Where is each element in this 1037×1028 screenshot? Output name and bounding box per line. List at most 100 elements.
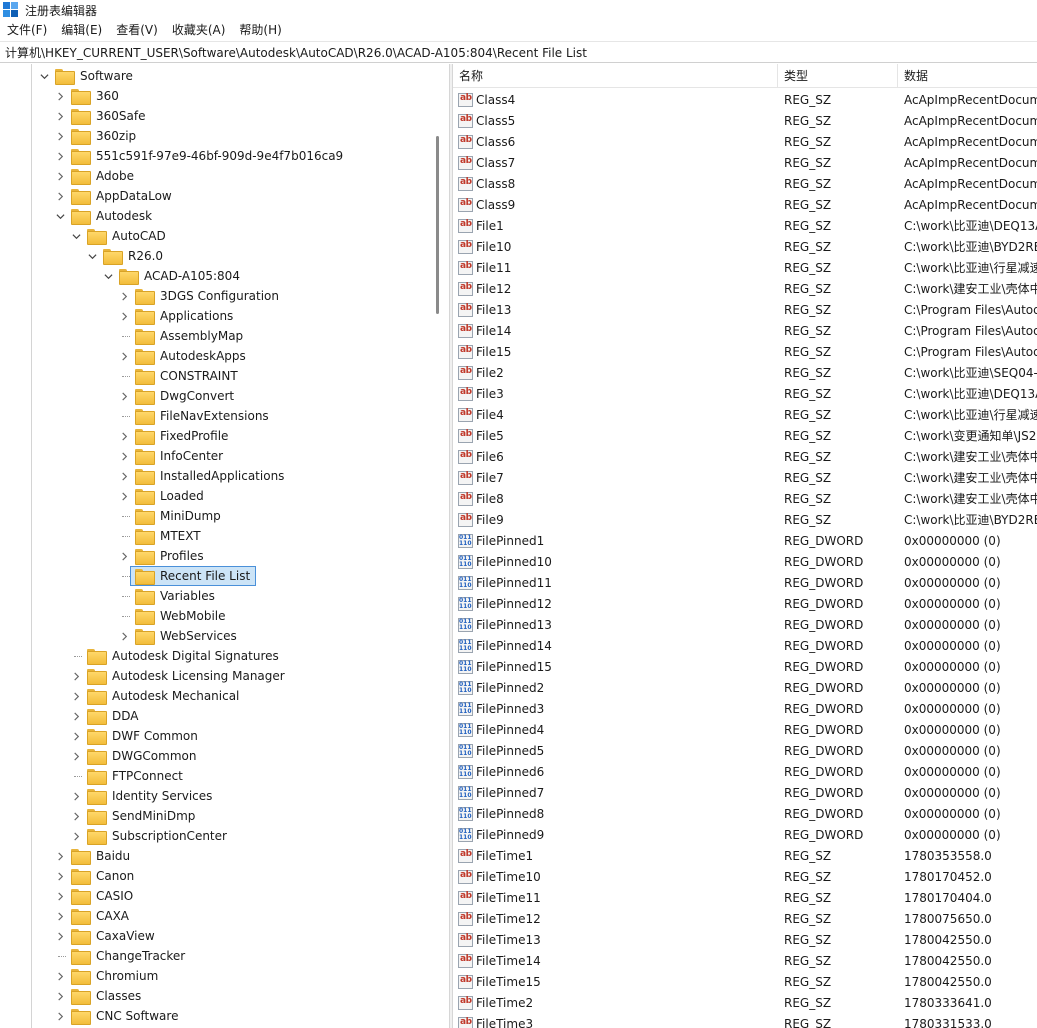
tree-node-content[interactable]: Canon [66, 866, 140, 886]
tree-node-content[interactable]: CaxaView [66, 926, 161, 946]
value-row[interactable]: 011 110 FilePinned14 REG_DWORD 0x00000000 (0… [453, 635, 1037, 656]
chevron-right-icon[interactable] [70, 826, 82, 846]
value-row[interactable]: 011 110 FilePinned2 REG_DWORD 0x00000000 (0) [453, 677, 1037, 698]
chevron-right-icon[interactable] [118, 306, 130, 326]
tree-node[interactable]: FileNavExtensions [118, 406, 275, 426]
value-row[interactable]: ab File10 REG_SZ C:\work\比亚迪\BYD2RE [453, 236, 1037, 257]
chevron-right-icon[interactable] [70, 686, 82, 706]
value-row[interactable]: 011 110 FilePinned8 REG_DWORD 0x00000000 (0) [453, 803, 1037, 824]
tree-node-content[interactable]: AppDataLow [66, 186, 178, 206]
chevron-right-icon[interactable] [118, 546, 130, 566]
chevron-right-icon[interactable] [54, 166, 66, 186]
menu-help[interactable]: 帮助(H) [232, 20, 288, 41]
value-row[interactable]: 011 110 FilePinned7 REG_DWORD 0x00000000 (0) [453, 782, 1037, 803]
tree-node[interactable]: CASIO [54, 886, 139, 906]
tree-node[interactable]: Baidu [54, 846, 136, 866]
tree-node[interactable]: WebServices [118, 626, 243, 646]
tree-node[interactable]: AutoCAD [70, 226, 172, 246]
tree-node-content[interactable]: MiniDump [130, 506, 227, 526]
value-row[interactable]: ab FileTime13 REG_SZ 1780042550.0 [453, 929, 1037, 950]
tree-node-content[interactable]: Identity Services [82, 786, 218, 806]
value-row[interactable]: ab FileTime1 REG_SZ 1780353558.0 [453, 845, 1037, 866]
chevron-right-icon[interactable] [70, 806, 82, 826]
menu-edit[interactable]: 编辑(E) [54, 20, 109, 41]
tree-node-content[interactable]: Profiles [130, 546, 210, 566]
tree-node-content[interactable]: 551c591f-97e9-46bf-909d-9e4f7b016ca9 [66, 146, 349, 166]
menu-file[interactable]: 文件(F) [0, 20, 54, 41]
tree-node[interactable]: AssemblyMap [118, 326, 249, 346]
chevron-right-icon[interactable] [118, 486, 130, 506]
tree-node[interactable]: ChangeTracker [54, 946, 191, 966]
tree-node[interactable]: ACAD-A105:804 [102, 266, 246, 286]
tree-node-content[interactable]: CAXA [66, 906, 135, 926]
tree-node[interactable]: CAXA [54, 906, 135, 926]
tree-node-content[interactable]: Baidu [66, 846, 136, 866]
tree-node-content[interactable]: Autodesk Mechanical [82, 686, 245, 706]
value-row[interactable]: ab Class6 REG_SZ AcApImpRecentDocum [453, 131, 1037, 152]
chevron-right-icon[interactable] [54, 986, 66, 1006]
chevron-right-icon[interactable] [54, 146, 66, 166]
value-row[interactable]: 011 110 FilePinned10 REG_DWORD 0x00000000 (0… [453, 551, 1037, 572]
tree-node-content[interactable]: AutoCAD [82, 226, 172, 246]
tree-node[interactable]: FTPConnect [70, 766, 189, 786]
tree-node-content[interactable]: DwgConvert [130, 386, 240, 406]
tree-node-content[interactable]: FixedProfile [130, 426, 234, 446]
value-row[interactable]: 011 110 FilePinned12 REG_DWORD 0x00000000 (0… [453, 593, 1037, 614]
tree-node[interactable]: Canon [54, 866, 140, 886]
tree-node-content[interactable]: WebMobile [130, 606, 232, 626]
tree-node[interactable]: 3DGS Configuration [118, 286, 285, 306]
chevron-down-icon[interactable] [38, 66, 50, 86]
chevron-right-icon[interactable] [54, 926, 66, 946]
tree-node-content[interactable]: WebServices [130, 626, 243, 646]
tree-node-content[interactable]: DDA [82, 706, 144, 726]
chevron-right-icon[interactable] [54, 886, 66, 906]
value-row[interactable]: 011 110 FilePinned1 REG_DWORD 0x00000000 (0) [453, 530, 1037, 551]
value-row[interactable]: 011 110 FilePinned3 REG_DWORD 0x00000000 (0) [453, 698, 1037, 719]
chevron-right-icon[interactable] [118, 466, 130, 486]
tree-node[interactable]: Software [38, 66, 139, 86]
tree-node-content[interactable]: SendMiniDmp [82, 806, 201, 826]
tree-node[interactable]: SendMiniDmp [70, 806, 201, 826]
value-row[interactable]: ab Class5 REG_SZ AcApImpRecentDocum [453, 110, 1037, 131]
chevron-right-icon[interactable] [118, 626, 130, 646]
tree-node-content[interactable]: Software [50, 66, 139, 86]
tree-node-content[interactable]: R26.0 [98, 246, 169, 266]
tree-node[interactable]: CONSTRAINT [118, 366, 244, 386]
tree-node-content[interactable]: CNC Software [66, 1006, 184, 1026]
tree-node-content[interactable]: AutodeskApps [130, 346, 252, 366]
tree-node-content[interactable]: DWF Common [82, 726, 204, 746]
tree-node-content[interactable]: InfoCenter [130, 446, 229, 466]
tree-node[interactable]: MiniDump [118, 506, 227, 526]
tree-node-content[interactable]: Loaded [130, 486, 210, 506]
chevron-right-icon[interactable] [118, 446, 130, 466]
chevron-right-icon[interactable] [54, 906, 66, 926]
tree-node[interactable]: 360 [54, 86, 125, 106]
value-row[interactable]: 011 110 FilePinned4 REG_DWORD 0x00000000 (0) [453, 719, 1037, 740]
value-row[interactable]: 011 110 FilePinned5 REG_DWORD 0x00000000 (0) [453, 740, 1037, 761]
tree-node-content[interactable]: Autodesk Digital Signatures [82, 646, 285, 666]
tree-node-content[interactable]: MTEXT [130, 526, 207, 546]
value-row[interactable]: 011 110 FilePinned11 REG_DWORD 0x00000000 (0… [453, 572, 1037, 593]
value-row[interactable]: ab File1 REG_SZ C:\work\比亚迪\DEQ13A [453, 215, 1037, 236]
chevron-down-icon[interactable] [54, 206, 66, 226]
value-row[interactable]: ab File11 REG_SZ C:\work\比亚迪\行星减速 [453, 257, 1037, 278]
value-row[interactable]: ab File7 REG_SZ C:\work\建安工业\壳体中 [453, 467, 1037, 488]
value-row[interactable]: 011 110 FilePinned6 REG_DWORD 0x00000000 (0) [453, 761, 1037, 782]
tree-node[interactable]: DWF Common [70, 726, 204, 746]
value-row[interactable]: ab File15 REG_SZ C:\Program Files\Autod [453, 341, 1037, 362]
tree-node[interactable]: AutodeskApps [118, 346, 252, 366]
tree-node-content[interactable]: AssemblyMap [130, 326, 249, 346]
tree-node[interactable]: Loaded [118, 486, 210, 506]
tree-node-content[interactable]: CONSTRAINT [130, 366, 244, 386]
chevron-right-icon[interactable] [70, 726, 82, 746]
tree-node-content[interactable]: Autodesk Licensing Manager [82, 666, 291, 686]
value-row[interactable]: ab File8 REG_SZ C:\work\建安工业\壳体中 [453, 488, 1037, 509]
tree-node[interactable]: 360zip [54, 126, 142, 146]
tree-node-content[interactable]: ChangeTracker [66, 946, 191, 966]
tree-node[interactable]: AppDataLow [54, 186, 178, 206]
chevron-right-icon[interactable] [70, 706, 82, 726]
tree-node[interactable]: CNC Software [54, 1006, 184, 1026]
tree-node[interactable]: Autodesk Mechanical [70, 686, 245, 706]
tree-node[interactable]: Autodesk [54, 206, 158, 226]
tree-node-content[interactable]: FTPConnect [82, 766, 189, 786]
